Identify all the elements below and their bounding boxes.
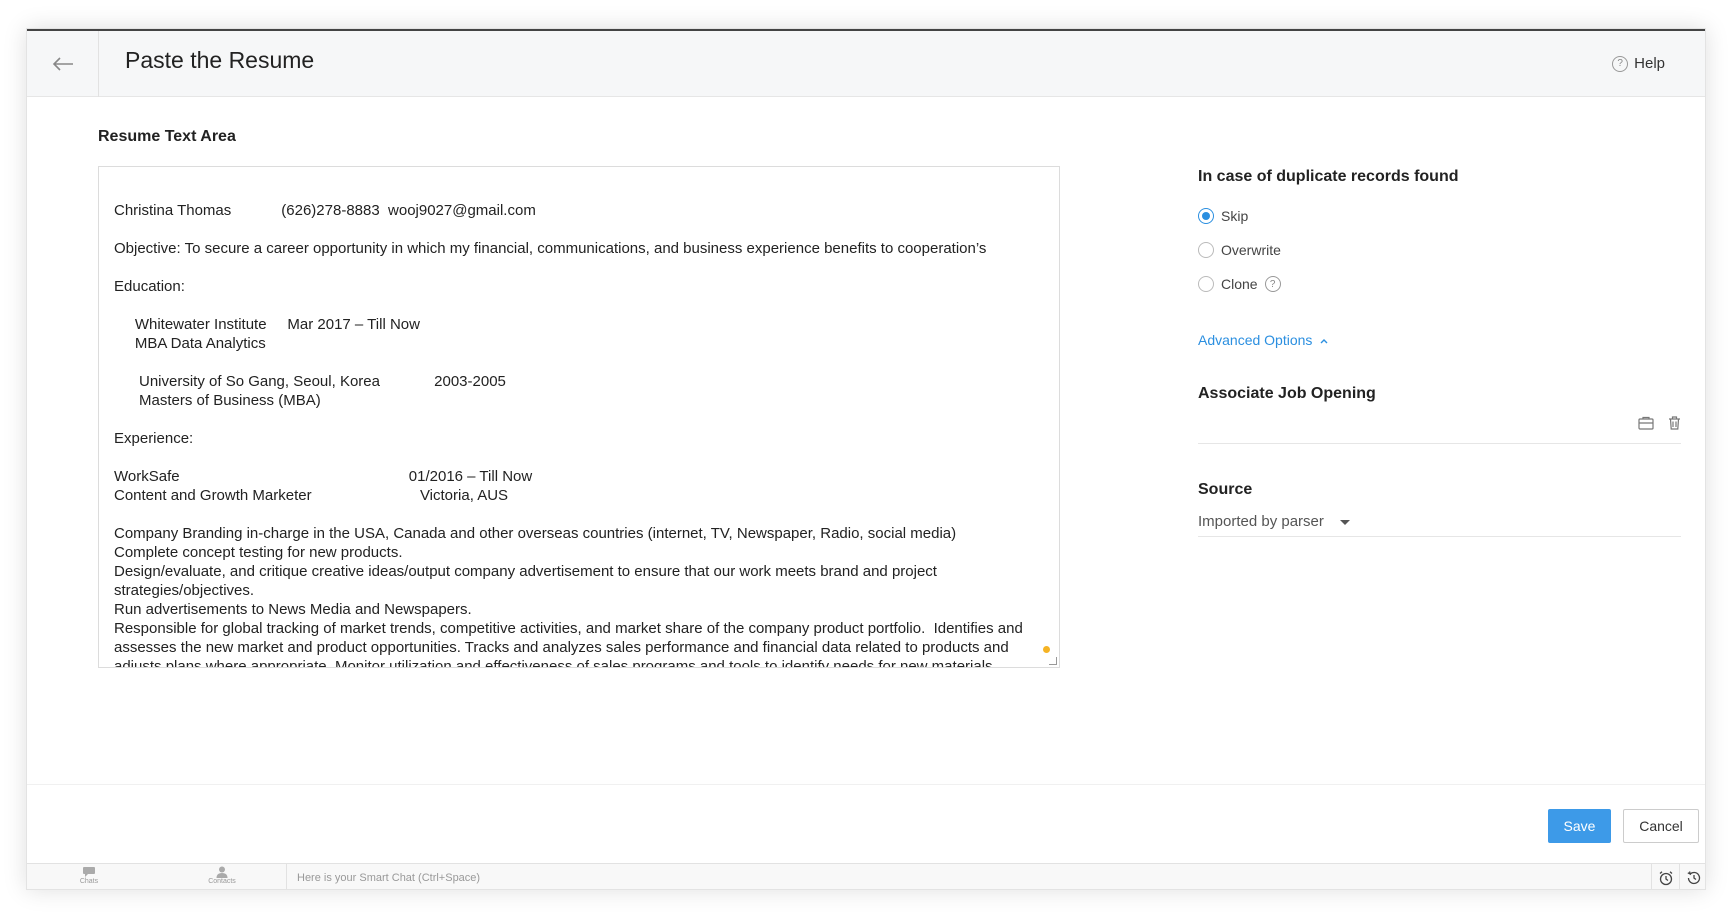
radio-skip-label: Skip <box>1221 208 1249 224</box>
resume-text-line: Company Branding in-charge in the USA, C… <box>114 525 957 542</box>
help-icon: ? <box>1612 55 1629 72</box>
source-value: Imported by parser <box>1198 513 1324 530</box>
help-link[interactable]: ? Help <box>1612 55 1665 72</box>
resume-text-line: MBA Data Analytics <box>114 335 266 352</box>
app-window: Paste the Resume ? Help Resume Text Area… <box>26 28 1706 890</box>
footer-divider <box>27 784 1705 785</box>
info-icon[interactable]: ? <box>1264 276 1281 292</box>
resume-text-line: Objective: To secure a career opportunit… <box>114 240 987 257</box>
chats-icon <box>83 867 95 877</box>
resume-text-line: Experience: <box>114 430 194 447</box>
radio-overwrite[interactable]: Overwrite <box>1198 242 1281 258</box>
resume-textarea[interactable]: Christina Thomas (626)278-8883 wooj9027@… <box>98 166 1060 668</box>
history-icon <box>1687 870 1700 884</box>
source-select[interactable]: Imported by parser <box>1198 513 1681 537</box>
resume-text-line <box>114 258 1059 277</box>
radio-clone-indicator[interactable] <box>1198 276 1214 292</box>
save-button[interactable]: Save <box>1548 809 1611 843</box>
smart-chat-input[interactable]: Here is your Smart Chat (Ctrl+Space) <box>286 864 1651 889</box>
back-button[interactable] <box>27 31 99 97</box>
resume-text-line <box>114 353 1059 372</box>
help-label: Help <box>1634 55 1665 72</box>
resume-text-line: Masters of Business (MBA) <box>114 392 321 409</box>
resume-text-area-label: Resume Text Area <box>98 128 236 145</box>
resume-text-line: Complete concept testing for new product… <box>114 544 403 561</box>
radio-clone-label: Clone <box>1221 276 1258 292</box>
associate-job-opening-title: Associate Job Opening <box>1198 385 1376 402</box>
resume-text-line <box>114 505 1059 524</box>
contacts-tab[interactable]: Contacts <box>202 866 242 885</box>
resume-text-line: adjusts plans where appropriate. Monitor… <box>114 658 993 668</box>
source-title: Source <box>1198 481 1253 498</box>
contacts-label: Contacts <box>208 878 236 885</box>
duplicate-records-title: In case of duplicate records found <box>1198 168 1459 185</box>
resume-text-line: Whitewater Institute Mar 2017 – Till Now <box>114 316 420 333</box>
resume-text-line: University of So Gang, Seoul, Korea 2003… <box>114 373 506 390</box>
resume-text-line <box>114 448 1059 467</box>
radio-overwrite-indicator[interactable] <box>1198 242 1214 258</box>
resume-text-line <box>114 410 1059 429</box>
chats-label: Chats <box>79 878 99 885</box>
alarm-icon <box>1659 870 1672 885</box>
contacts-icon <box>216 866 228 878</box>
cancel-button[interactable]: Cancel <box>1623 809 1699 843</box>
radio-overwrite-label: Overwrite <box>1221 242 1281 258</box>
alarm-button[interactable] <box>1651 864 1679 889</box>
resume-text-line: Responsible for global tracking of marke… <box>114 620 1023 637</box>
grammar-indicator <box>1043 646 1050 653</box>
advanced-options-label: Advanced Options <box>1198 332 1313 348</box>
history-button[interactable] <box>1679 864 1705 889</box>
back-arrow-icon <box>52 57 73 71</box>
chats-tab[interactable]: Chats <box>69 866 109 885</box>
advanced-options-toggle[interactable]: Advanced Options <box>1198 332 1329 348</box>
page-header: Paste the Resume ? Help <box>27 29 1705 97</box>
bottom-bar: Chats Contacts Here is your Smart Chat (… <box>27 863 1705 889</box>
resume-text-line <box>114 296 1059 315</box>
resume-text-line: WorkSafe 01/2016 – Till Now <box>114 468 533 485</box>
resize-handle[interactable] <box>1049 657 1057 665</box>
radio-clone[interactable]: Clone ? <box>1198 276 1281 292</box>
radio-skip[interactable]: Skip <box>1198 208 1248 224</box>
resume-text-line: assesses the new market and product oppo… <box>114 639 1009 656</box>
resume-text-line: Run advertisements to News Media and New… <box>114 601 472 618</box>
resume-text-line: strategies/objectives. <box>114 582 255 599</box>
caret-down-icon <box>1340 519 1351 525</box>
associate-actions <box>1638 416 1681 430</box>
associate-divider <box>1198 443 1681 444</box>
resume-text-line <box>114 220 1059 239</box>
resume-text-line: Education: <box>114 278 185 295</box>
resume-text-line: Design/evaluate, and critique creative i… <box>114 563 937 580</box>
briefcase-icon[interactable] <box>1638 416 1654 430</box>
trash-icon[interactable] <box>1668 416 1681 430</box>
radio-skip-indicator[interactable] <box>1198 208 1214 224</box>
page-title: Paste the Resume <box>125 47 315 73</box>
chevron-up-icon <box>1320 339 1328 344</box>
resume-text-line: Content and Growth Marketer Victoria, AU… <box>114 487 509 504</box>
resume-text-line: Christina Thomas (626)278-8883 wooj9027@… <box>114 202 536 219</box>
